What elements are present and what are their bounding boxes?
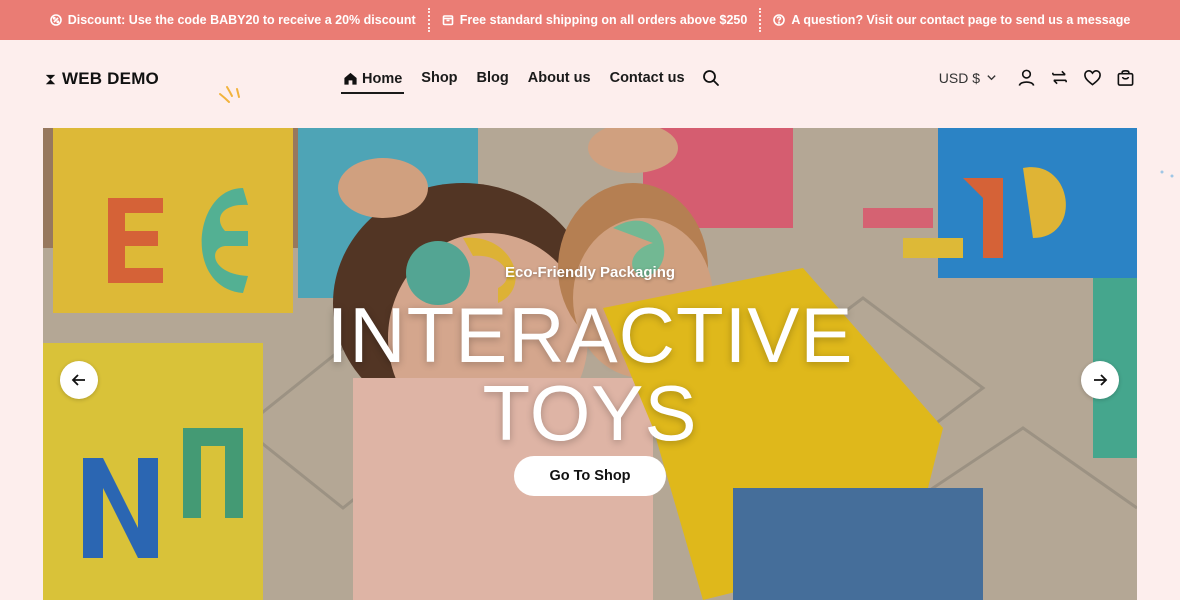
announcement-contact: A question? Visit our contact page to se…: [761, 13, 1142, 27]
nav-label: About us: [527, 70, 591, 86]
currency-selector[interactable]: USD $: [939, 70, 997, 86]
main-nav: Home Shop Blog About us Contact us: [341, 68, 720, 94]
nav-label: Home: [362, 70, 403, 87]
nav-item-blog[interactable]: Blog: [475, 68, 511, 94]
wishlist-icon: [1084, 70, 1101, 86]
question-icon: [773, 14, 786, 26]
hero-headline: INTERACTIVE TOYS: [43, 296, 1137, 452]
home-icon: [344, 72, 357, 85]
header-tools: USD $: [939, 68, 1135, 87]
nav-label: Shop: [421, 70, 458, 86]
currency-label: USD $: [938, 69, 980, 86]
search-icon[interactable]: [702, 69, 720, 87]
nav-item-home[interactable]: Home: [341, 68, 405, 94]
site-logo[interactable]: WEB DEMO: [43, 69, 159, 89]
account-button[interactable]: [1017, 68, 1036, 87]
announcement-discount: Discount: Use the code BABY20 to receive…: [38, 13, 428, 27]
decorative-squiggle: [219, 86, 240, 103]
site-header: WEB DEMO Home Shop Blog About us Contact…: [0, 40, 1180, 128]
cart-button[interactable]: [1116, 68, 1135, 87]
nav-item-shop[interactable]: Shop: [419, 68, 459, 94]
announcement-text: A question? Visit our contact page to se…: [791, 13, 1131, 27]
hero-kicker: Eco-Friendly Packaging: [504, 264, 676, 281]
wishlist-button[interactable]: [1083, 68, 1102, 87]
nav-item-about[interactable]: About us: [526, 68, 593, 94]
slider-next-button[interactable]: [1081, 361, 1119, 399]
nav-label: Blog: [476, 70, 509, 86]
nav-label: Contact us: [609, 70, 685, 86]
compare-button[interactable]: [1050, 68, 1069, 87]
discount-icon: [49, 14, 62, 26]
box-icon: [442, 15, 454, 26]
logo-icon: [45, 74, 56, 84]
compare-icon: [1052, 70, 1067, 85]
account-icon: [1018, 69, 1035, 86]
arrow-right-icon: [1094, 374, 1108, 386]
cart-icon: [1117, 70, 1134, 86]
go-to-shop-button[interactable]: Go To Shop: [514, 456, 666, 496]
hero-slider: Eco-Friendly Packaging INTERACTIVE TOYS …: [43, 128, 1137, 600]
announcement-text: Free standard shipping on all orders abo…: [459, 13, 748, 27]
slider-prev-button[interactable]: [60, 361, 98, 399]
chevron-down-icon: [987, 75, 996, 81]
logo-text: WEB DEMO: [62, 69, 159, 88]
hero-headline-line1: INTERACTIVE: [326, 291, 854, 379]
nav-item-contact[interactable]: Contact us: [608, 68, 687, 94]
hero-headline-line2: TOYS: [482, 369, 698, 457]
decorative-dots: [1160, 170, 1174, 178]
announcement-shipping: Free standard shipping on all orders abo…: [430, 13, 760, 27]
announcement-text: Discount: Use the code BABY20 to receive…: [67, 13, 416, 27]
arrow-left-icon: [71, 374, 85, 386]
announcement-bar: Discount: Use the code BABY20 to receive…: [0, 0, 1180, 40]
